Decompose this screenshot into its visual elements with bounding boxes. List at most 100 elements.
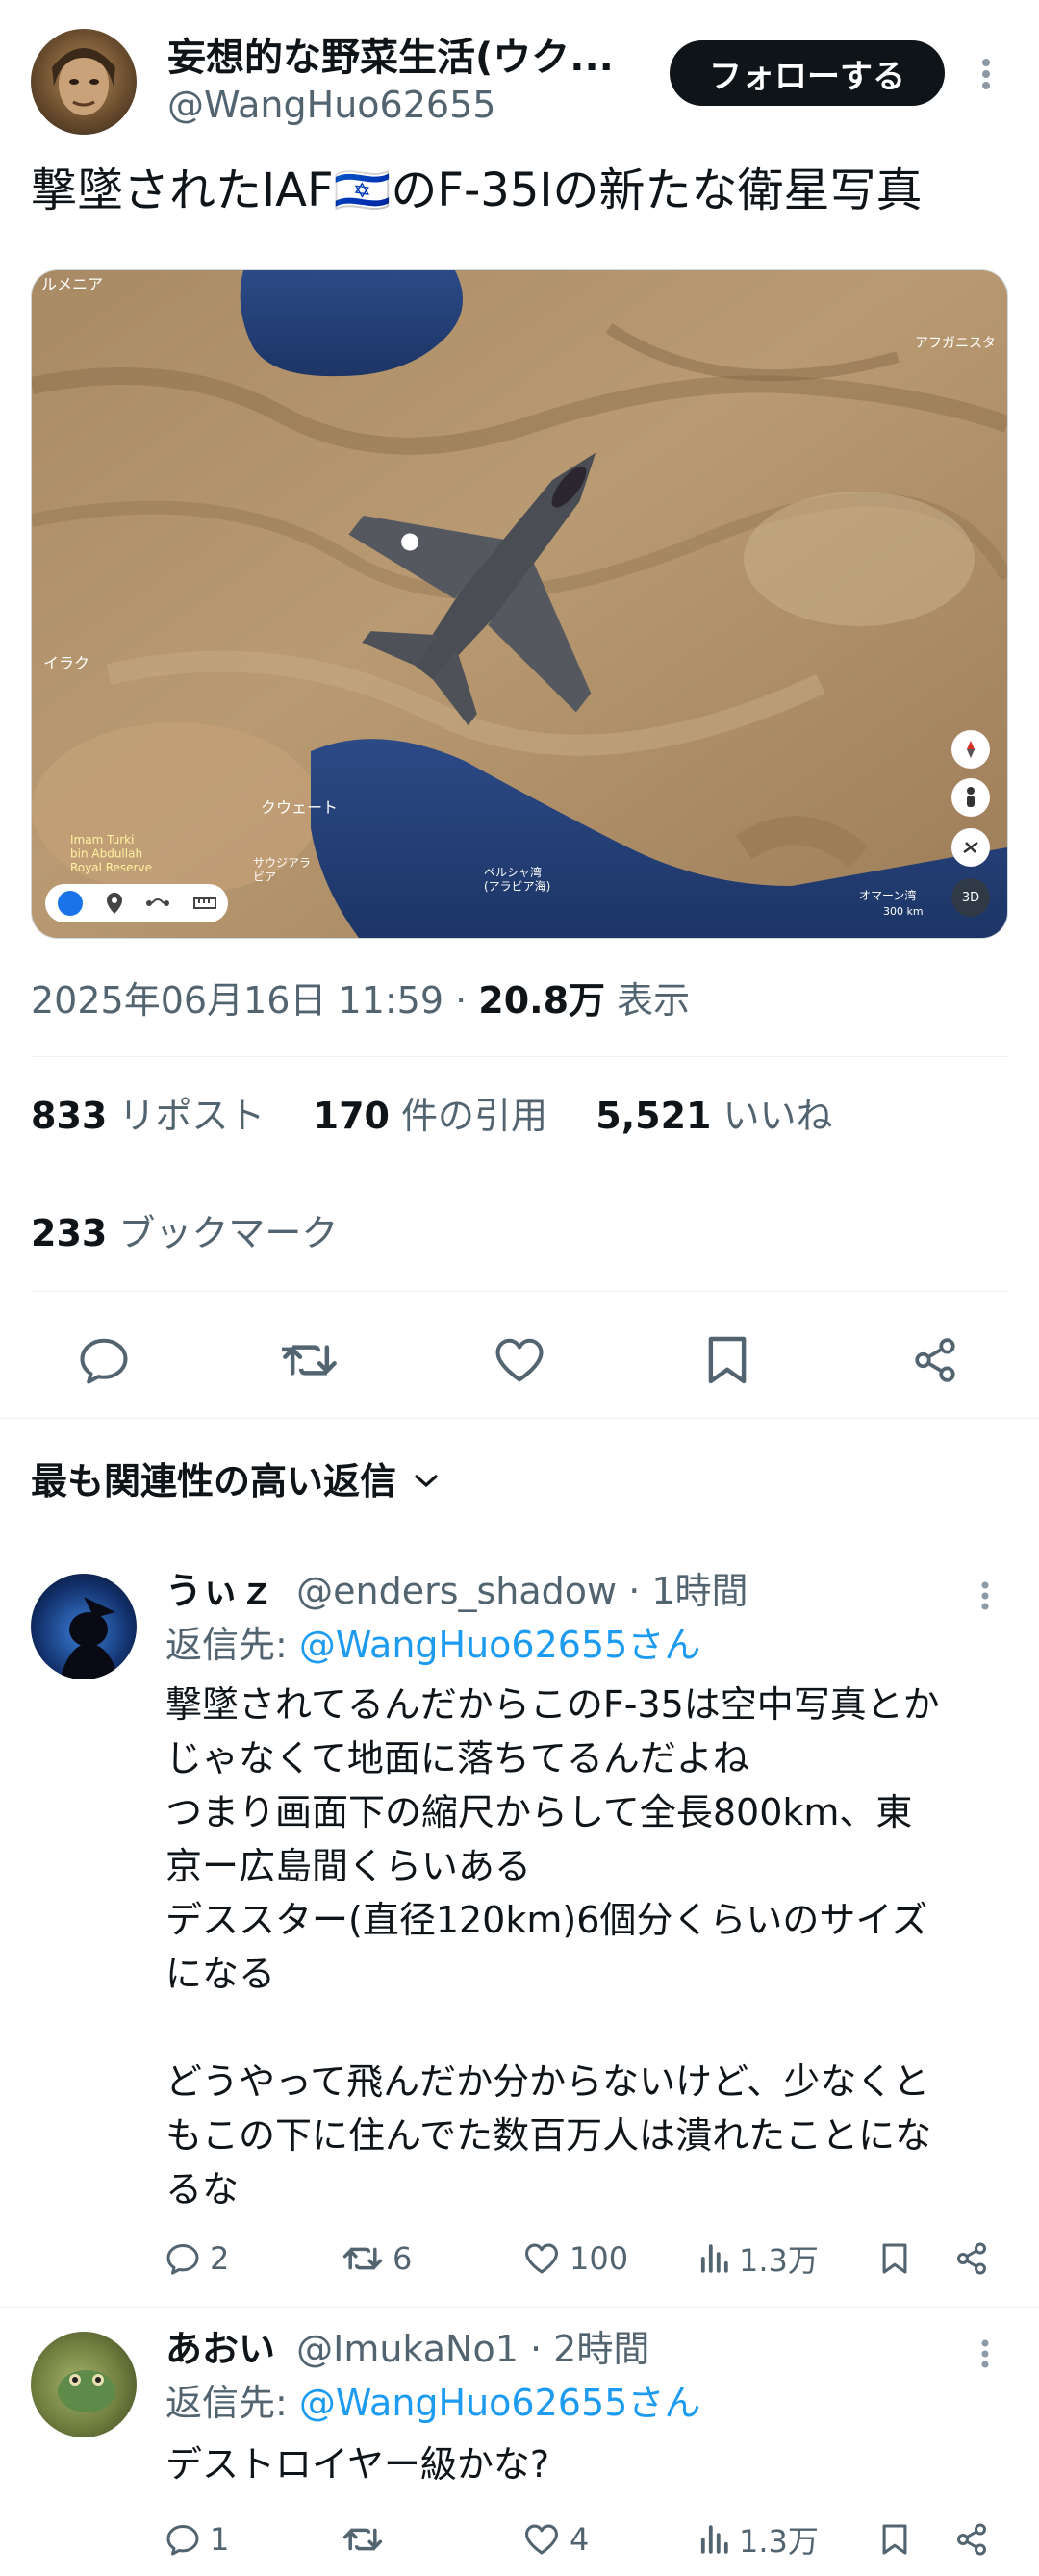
quotes-stat[interactable]: 170 件の引用	[314, 1095, 547, 1137]
views-count: 20.8万	[478, 979, 606, 1022]
reply-bookmark-button[interactable]	[875, 2516, 914, 2563]
reply-views-button[interactable]: 1.3万	[698, 2235, 819, 2282]
map-label-kuwait: クウェート	[261, 798, 338, 817]
replies-section-title: 最も関連性の高い返信	[31, 1460, 397, 1503]
reply-avatar[interactable]	[31, 2332, 137, 2437]
reply-like-button[interactable]: 4	[523, 2516, 589, 2563]
views-count: 1.3万	[739, 2242, 819, 2279]
comment-count: 1	[210, 2521, 230, 2558]
reply-header: うぃｚ @enders_shadow · 1時間	[165, 1568, 748, 1614]
reply-share-button[interactable]	[949, 2235, 995, 2282]
reply-to-handle[interactable]: @WangHuo62655さん	[299, 2382, 700, 2424]
bookmark-button[interactable]	[697, 1329, 758, 1391]
reply-more-icon[interactable]	[966, 2332, 1004, 2376]
reposts-stat[interactable]: 833 リポスト	[31, 1095, 265, 1137]
author-name[interactable]: 妄想的な野菜生活(ウク...	[167, 35, 629, 81]
reply-icon	[166, 2525, 199, 2556]
engagement-stats: 833 リポスト 170 件の引用 5,521 いいね	[31, 1093, 833, 1139]
map-toolbar	[45, 884, 228, 922]
reply-bookmark-button[interactable]	[875, 2235, 914, 2282]
globe-icon[interactable]	[57, 891, 83, 916]
author-avatar[interactable]	[31, 29, 137, 135]
like-count: 100	[570, 2240, 629, 2277]
reply-to-handle[interactable]: @WangHuo62655さん	[299, 1624, 700, 1666]
satellite-map-image: ルメニア アフガニスタ イラク クウェート Imam Turki bin Abdu…	[32, 270, 1007, 938]
reply-avatar[interactable]	[31, 1574, 137, 1679]
reply-text: デストロイヤー級かな?	[165, 2443, 550, 2486]
reply-repost-button[interactable]	[342, 2516, 393, 2563]
more-options-icon[interactable]	[964, 48, 1008, 100]
comment-count: 2	[210, 2240, 230, 2277]
reply-time[interactable]: · 1時間	[628, 1570, 748, 1612]
reply-icon	[80, 1338, 128, 1384]
reply-author-name[interactable]: あおい	[165, 2328, 275, 2370]
heart-icon	[495, 1338, 544, 1382]
reply-views-button[interactable]: 1.3万	[698, 2516, 819, 2563]
compass-icon[interactable]	[951, 730, 990, 769]
bookmark-icon	[882, 2524, 907, 2555]
like-count: 4	[570, 2521, 590, 2558]
pin-icon[interactable]	[106, 893, 122, 914]
likes-stat[interactable]: 5,521 いいね	[596, 1095, 832, 1137]
ruler-icon[interactable]	[192, 897, 216, 910]
tweet-media-image[interactable]: ルメニア アフガニスタ イラク クウェート Imam Turki bin Abdu…	[31, 269, 1008, 939]
view-3d-button[interactable]: 3D	[951, 878, 990, 917]
like-button[interactable]	[489, 1329, 550, 1391]
share-icon	[957, 2242, 986, 2275]
reply-more-icon[interactable]	[966, 1574, 1004, 1618]
chevron-down-icon	[415, 1475, 438, 1488]
heart-icon	[525, 2243, 558, 2274]
views-icon	[700, 2244, 728, 2273]
bookmark-icon	[882, 2243, 907, 2274]
map-label-gulf: ペルシャ湾(アラビア海)	[484, 865, 550, 893]
views-label: 表示	[617, 979, 691, 1022]
share-button[interactable]	[904, 1329, 966, 1391]
reply-author-handle[interactable]: @ImukaNo1	[296, 2328, 519, 2370]
bookmark-icon	[708, 1336, 747, 1384]
divider	[31, 1056, 1008, 1057]
street-view-icon[interactable]	[951, 778, 990, 817]
reply-button[interactable]	[73, 1329, 135, 1391]
reply-author-handle[interactable]: @enders_shadow	[296, 1570, 617, 1612]
divider	[0, 1418, 1039, 1419]
share-icon	[915, 1338, 955, 1382]
map-scale-label: 300 km	[883, 905, 924, 918]
repost-icon	[342, 2528, 383, 2551]
heart-icon	[525, 2524, 558, 2555]
views-count: 1.3万	[739, 2523, 819, 2560]
reply-to-label: 返信先:	[165, 1624, 299, 1666]
reply-to-line: 返信先: @WangHuo62655さん	[165, 1622, 700, 1668]
reply-comment-button[interactable]: 2	[165, 2235, 229, 2282]
layers-icon[interactable]	[951, 828, 990, 867]
reply-icon	[166, 2244, 199, 2275]
bookmarks-stat[interactable]: 233 ブックマーク	[31, 1210, 338, 1256]
share-icon	[957, 2523, 986, 2556]
route-icon[interactable]	[145, 896, 169, 911]
follow-label: フォローする	[709, 57, 905, 96]
reply-text: 撃墜されてるんだからこのF-35は空中写真とか じゃなくて地面に落ちてるんだよね…	[165, 1683, 940, 2210]
reply-header: あおい @ImukaNo1 · 2時間	[165, 2326, 649, 2372]
repost-count: 6	[393, 2240, 413, 2277]
map-label-oman: オマーン湾	[859, 888, 916, 902]
reply-repost-button[interactable]: 6	[342, 2235, 412, 2282]
tweet-text: 撃墜されたIAF🇮🇱のF-35Iの新たな衛星写真	[31, 164, 923, 217]
follow-button[interactable]: フォローする	[670, 40, 945, 106]
reply-comment-button[interactable]: 1	[165, 2516, 229, 2563]
replies-sort-dropdown[interactable]: 最も関連性の高い返信	[31, 1458, 439, 1504]
reply-like-button[interactable]: 100	[523, 2235, 628, 2282]
divider	[0, 2307, 1039, 2308]
author-handle[interactable]: @WangHuo62655	[167, 83, 495, 127]
map-label-afghanistan: アフガニスタ	[915, 336, 996, 351]
views-icon	[700, 2525, 728, 2554]
reply-author-name[interactable]: うぃｚ	[165, 1570, 275, 1612]
map-label-iraq: イラク	[43, 654, 89, 672]
view-3d-label: 3D	[961, 890, 980, 905]
tweet-meta: 2025年06月16日 11:59 · 20.8万 表示	[31, 979, 691, 1022]
reply-share-button[interactable]	[949, 2516, 995, 2563]
repost-button[interactable]	[279, 1329, 341, 1391]
repost-icon	[342, 2247, 383, 2270]
divider	[31, 1291, 1008, 1292]
reply-time[interactable]: · 2時間	[530, 2328, 649, 2370]
reply-to-line: 返信先: @WangHuo62655さん	[165, 2380, 700, 2426]
tweet-timestamp[interactable]: 2025年06月16日 11:59	[31, 979, 443, 1022]
